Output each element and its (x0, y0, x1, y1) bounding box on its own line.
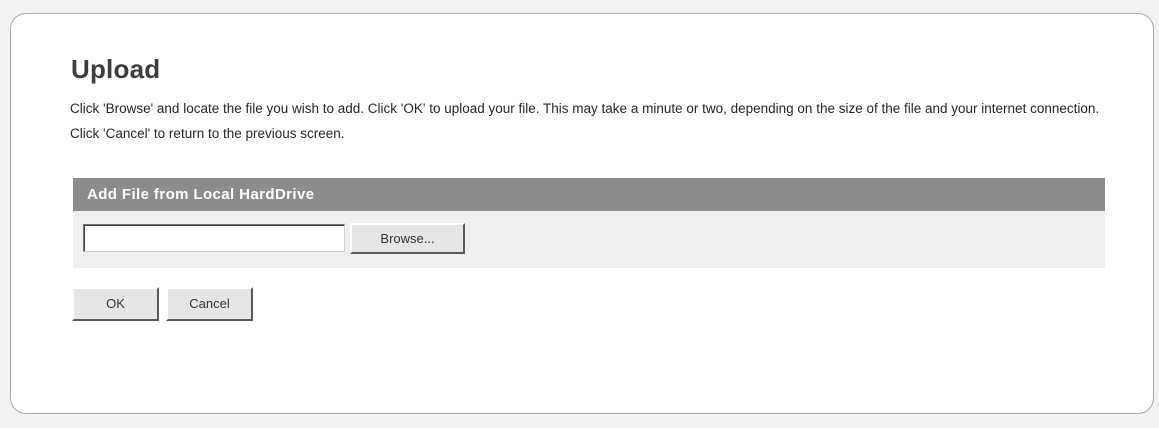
upload-instructions: Click 'Browse' and locate the file you w… (70, 101, 1100, 141)
upload-panel: Upload Click 'Browse' and locate the fil… (10, 13, 1154, 414)
add-file-section: Add File from Local HardDrive Browse... (73, 178, 1105, 268)
browse-button[interactable]: Browse... (350, 223, 465, 254)
section-header: Add File from Local HardDrive (73, 178, 1105, 211)
cancel-button[interactable]: Cancel (166, 287, 253, 321)
page-title: Upload (71, 54, 161, 84)
ok-button[interactable]: OK (72, 287, 159, 321)
file-path-input[interactable] (83, 224, 345, 252)
